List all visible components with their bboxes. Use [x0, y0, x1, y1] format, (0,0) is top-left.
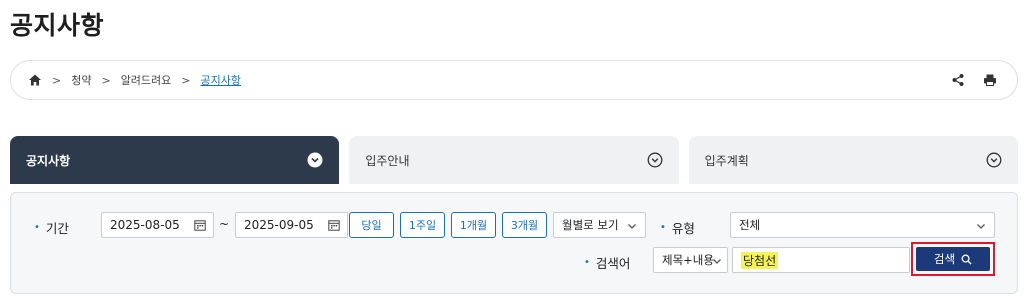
chevron-down-icon [712, 256, 722, 266]
tab-label: 공지사항 [26, 153, 71, 168]
keyword-label-text: 검색어 [595, 256, 631, 271]
end-date-field[interactable]: 2025-09-05 [235, 212, 348, 238]
bullet-icon: • [584, 257, 590, 268]
page-title: 공지사항 [10, 11, 105, 40]
tab-move-in-guide[interactable]: 입주안내 [349, 136, 679, 184]
breadcrumb-separator: > [101, 73, 111, 87]
print-icon[interactable] [983, 73, 997, 87]
chevron-down-icon [976, 221, 986, 231]
quick-today-button[interactable]: 당일 [349, 212, 394, 238]
start-date-field[interactable]: 2025-08-05 [101, 212, 214, 238]
type-label-text: 유형 [671, 221, 695, 236]
tab-bar: 공지사항 입주안내 입주계획 [10, 136, 1018, 184]
end-date-value: 2025-09-05 [244, 218, 314, 232]
chevron-down-circle-icon [647, 152, 663, 168]
breadcrumb-separator: > [181, 73, 191, 87]
chevron-down-circle-icon [307, 152, 323, 168]
date-range-separator: ~ [219, 217, 230, 231]
keyword-input[interactable]: 당첨선 [732, 247, 910, 273]
tab-notices[interactable]: 공지사항 [10, 136, 340, 184]
start-date-value: 2025-08-05 [110, 218, 180, 232]
quick-1week-button[interactable]: 1주일 [400, 212, 445, 238]
tab-label: 입주계획 [704, 153, 749, 168]
search-button-highlight: 검색 [911, 242, 995, 276]
keyword-scope-select[interactable]: 제목+내용 [653, 247, 728, 273]
calendar-icon[interactable] [194, 219, 206, 231]
chevron-down-icon [627, 221, 637, 231]
type-select[interactable]: 전체 [730, 212, 995, 238]
search-button[interactable]: 검색 [916, 247, 990, 271]
keyword-scope-value: 제목+내용 [662, 253, 714, 267]
breadcrumb: > 청약 > 알려드려요 > 공지사항 [10, 60, 1018, 100]
monthly-view-value: 월별로 보기 [562, 218, 619, 232]
chevron-down-circle-icon [986, 152, 1002, 168]
bullet-icon: • [660, 222, 666, 233]
monthly-view-select[interactable]: 월별로 보기 [553, 212, 646, 238]
breadcrumb-actions [951, 73, 997, 87]
type-label: • 유형 [660, 218, 695, 237]
quick-3month-button[interactable]: 3개월 [502, 212, 547, 238]
keyword-value: 당첨선 [741, 251, 779, 269]
type-value: 전체 [739, 218, 761, 232]
calendar-icon[interactable] [328, 219, 340, 231]
breadcrumb-item-current[interactable]: 공지사항 [201, 72, 241, 88]
keyword-label: • 검색어 [584, 253, 630, 272]
breadcrumb-item-notify[interactable]: 알려드려요 [121, 72, 172, 88]
share-icon[interactable] [951, 73, 965, 87]
home-icon[interactable] [28, 73, 42, 87]
breadcrumb-separator: > [52, 73, 62, 87]
period-label: • 기간 [34, 218, 69, 237]
search-icon [961, 254, 972, 265]
tab-label: 입주안내 [365, 153, 410, 168]
period-label-text: 기간 [45, 221, 69, 236]
bullet-icon: • [34, 222, 40, 233]
quick-1month-button[interactable]: 1개월 [451, 212, 496, 238]
tab-move-in-plan[interactable]: 입주계획 [688, 136, 1018, 184]
search-button-label: 검색 [933, 252, 956, 266]
breadcrumb-item-subscription[interactable]: 청약 [71, 72, 91, 88]
search-panel [10, 192, 1018, 294]
